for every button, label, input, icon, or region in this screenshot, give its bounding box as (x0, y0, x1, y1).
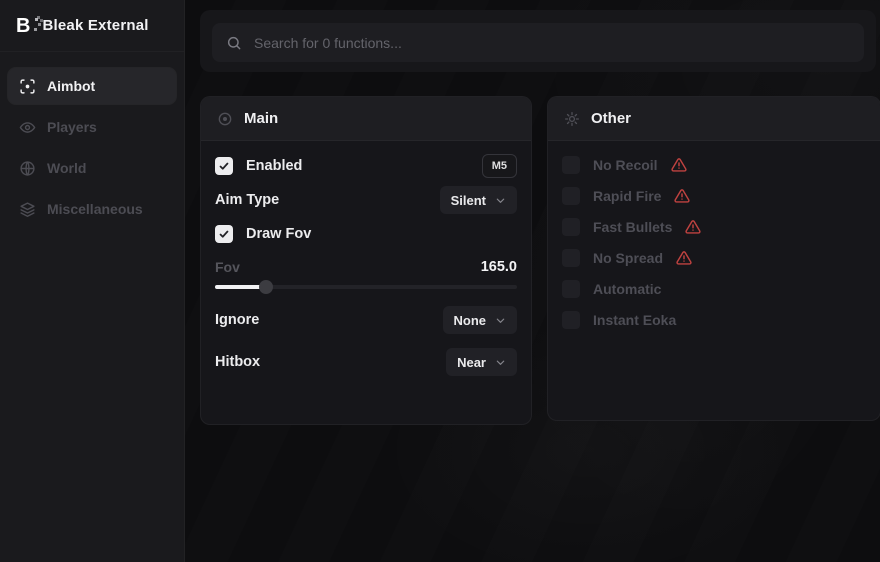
other-feature-row: Fast Bullets (562, 211, 866, 242)
search-box[interactable] (212, 23, 864, 62)
other-feature-row: No Spread (562, 242, 866, 273)
hitbox-label: Hitbox (215, 354, 260, 370)
sidebar: B Bleak External Aimbot Players World (0, 0, 185, 562)
draw-fov-checkbox[interactable] (215, 225, 233, 243)
feature-label: No Spread (593, 250, 663, 266)
warning-icon (671, 157, 687, 173)
other-panel-header: Other (548, 97, 880, 141)
ignore-dropdown[interactable]: None (443, 306, 518, 334)
sidebar-nav: Aimbot Players World Miscellaneous (0, 52, 184, 227)
app-title: Bleak External (42, 17, 148, 34)
other-feature-row: Automatic (562, 273, 866, 304)
other-feature-row: Rapid Fire (562, 180, 866, 211)
other-panel: Other No Recoil Rapid Fire Fast Bu (547, 96, 880, 421)
sidebar-item[interactable]: Miscellaneous (8, 191, 176, 227)
feature-checkbox[interactable] (562, 311, 580, 329)
feature-checkbox[interactable] (562, 218, 580, 236)
fov-slider[interactable] (215, 279, 517, 295)
enabled-keybind-button[interactable]: M5 (482, 154, 517, 178)
chevron-down-icon (495, 195, 506, 206)
sidebar-item-label: Aimbot (47, 78, 95, 94)
feature-label: Automatic (593, 281, 661, 297)
aim-type-label: Aim Type (215, 192, 279, 208)
target-icon (217, 111, 233, 127)
fov-label: Fov (215, 259, 240, 275)
enabled-label: Enabled (246, 158, 302, 174)
other-panel-title: Other (591, 110, 631, 127)
fov-value: 165.0 (481, 259, 517, 275)
feature-checkbox[interactable] (562, 249, 580, 267)
hitbox-row: Hitbox Near (215, 345, 517, 379)
sidebar-item[interactable]: World (8, 150, 176, 186)
content-area: Main Enabled M5 Aim Type Silent (185, 0, 880, 562)
ignore-value: None (454, 313, 487, 328)
other-feature-row: Instant Eoka (562, 304, 866, 335)
other-feature-row: No Recoil (562, 149, 866, 180)
eye-icon (19, 119, 36, 136)
feature-checkbox[interactable] (562, 187, 580, 205)
feature-checkbox[interactable] (562, 280, 580, 298)
feature-checkbox[interactable] (562, 156, 580, 174)
feature-label: No Recoil (593, 157, 658, 173)
hitbox-value: Near (457, 355, 486, 370)
search-icon (226, 35, 242, 51)
app-logo-icon: B (16, 16, 30, 36)
aim-type-value: Silent (451, 193, 486, 208)
chevron-down-icon (495, 315, 506, 326)
draw-fov-label: Draw Fov (246, 226, 311, 242)
gear-icon (564, 111, 580, 127)
crosshair-icon (19, 78, 36, 95)
fov-slider-thumb[interactable] (259, 280, 273, 294)
warning-icon (674, 188, 690, 204)
layers-icon (19, 201, 36, 218)
feature-label: Fast Bullets (593, 219, 672, 235)
feature-label: Instant Eoka (593, 312, 676, 328)
fov-row: Fov 165.0 (215, 255, 517, 279)
hitbox-dropdown[interactable]: Near (446, 348, 517, 376)
app-header: B Bleak External (0, 0, 184, 52)
warning-icon (685, 219, 701, 235)
sidebar-item-label: Players (47, 119, 97, 135)
main-panel-title: Main (244, 110, 278, 127)
main-panel-header: Main (201, 97, 531, 141)
aim-type-dropdown[interactable]: Silent (440, 186, 517, 214)
draw-fov-row: Draw Fov (215, 217, 517, 251)
ignore-label: Ignore (215, 312, 259, 328)
other-list: No Recoil Rapid Fire Fast Bullets (548, 141, 880, 343)
search-container (200, 10, 876, 72)
sidebar-item-label: Miscellaneous (47, 201, 143, 217)
sidebar-item[interactable]: Aimbot (8, 68, 176, 104)
sidebar-item-label: World (47, 160, 86, 176)
chevron-down-icon (495, 357, 506, 368)
main-panel: Main Enabled M5 Aim Type Silent (200, 96, 532, 425)
search-input[interactable] (254, 35, 850, 51)
aim-type-row: Aim Type Silent (215, 183, 517, 217)
enabled-checkbox[interactable] (215, 157, 233, 175)
warning-icon (676, 250, 692, 266)
sidebar-item[interactable]: Players (8, 109, 176, 145)
feature-label: Rapid Fire (593, 188, 661, 204)
ignore-row: Ignore None (215, 303, 517, 337)
enabled-row: Enabled M5 (215, 149, 517, 183)
globe-icon (19, 160, 36, 177)
